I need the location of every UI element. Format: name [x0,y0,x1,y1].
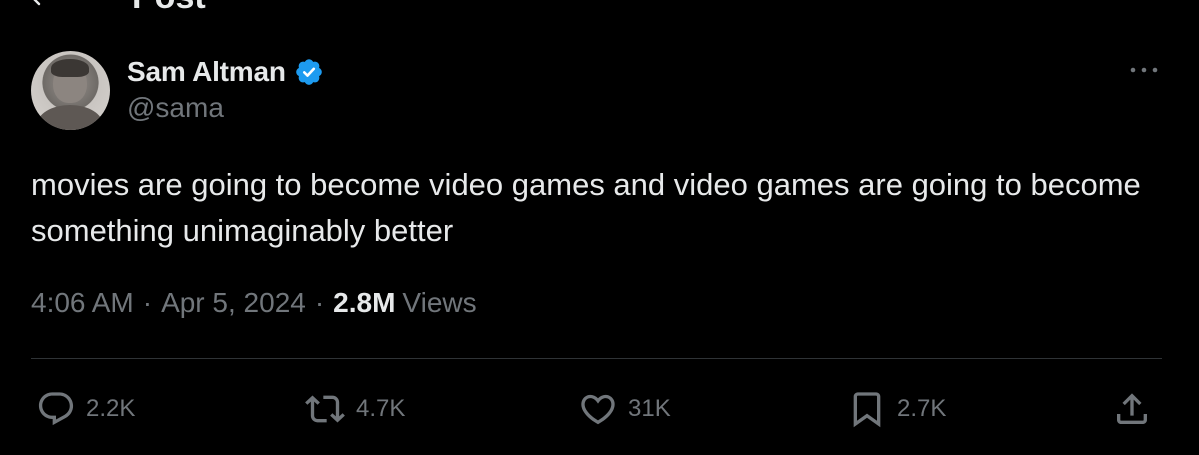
repost-icon [305,395,345,423]
reply-icon [38,392,74,426]
views-label[interactable]: Views [402,287,476,319]
like-button[interactable]: 31K [578,387,671,431]
verified-badge-icon[interactable] [294,57,324,87]
author-name[interactable]: Sam Altman [127,56,286,88]
divider [31,358,1162,359]
author-block: Sam Altman @sama [31,51,324,130]
share-icon [1117,393,1147,424]
author-handle[interactable]: @sama [127,92,324,124]
meta-separator: · [142,287,153,318]
top-header: Post [28,0,206,14]
post-view: Post Sam Altman @sama [0,0,1199,455]
repost-button[interactable]: 4.7K [304,387,405,431]
avatar[interactable] [31,51,110,130]
back-button[interactable] [28,0,52,9]
action-bar: 2.2K 4.7K 31K 2.7K [36,387,1162,431]
reply-count: 2.2K [86,395,136,422]
tweet-text: movies are going to become video games a… [31,167,1141,248]
tweet-date[interactable]: Apr 5, 2024 [161,287,306,319]
name-row: Sam Altman [127,55,324,89]
arrow-left-icon [33,0,41,6]
bookmark-button[interactable]: 2.7K [847,387,946,431]
author-text: Sam Altman @sama [127,55,324,124]
more-horizontal-icon [1130,67,1158,73]
meta-separator: · [314,287,325,318]
tweet-meta: 4:06 AM · Apr 5, 2024 · 2.8M Views [31,287,477,319]
tweet-time[interactable]: 4:06 AM [31,287,134,319]
more-button[interactable] [1127,58,1161,82]
bookmark-icon [853,392,881,428]
like-count: 31K [628,395,671,422]
heart-icon [581,394,615,425]
share-button[interactable] [1112,387,1152,431]
page-title: Post [132,0,206,14]
reply-button[interactable]: 2.2K [36,387,135,431]
bookmark-count: 2.7K [897,395,947,422]
repost-count: 4.7K [356,395,406,422]
views-count[interactable]: 2.8M [333,287,395,319]
